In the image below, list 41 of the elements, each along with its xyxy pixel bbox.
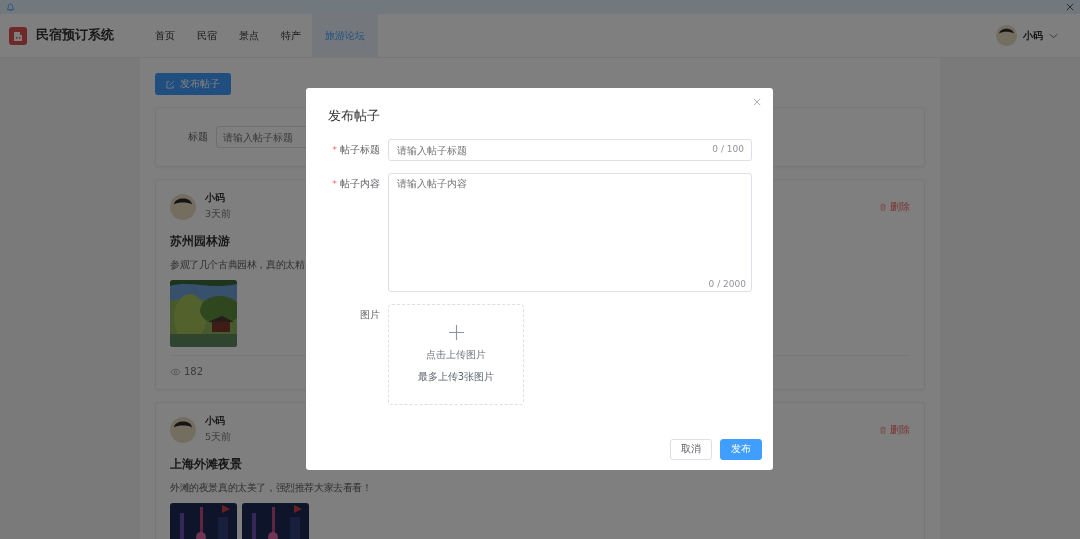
post-text: 参观了几个古典园林，真的太精 <box>170 258 305 272</box>
plus-icon <box>448 325 464 340</box>
post-time: 3天前 <box>205 208 232 221</box>
trash-icon <box>879 202 887 211</box>
close-icon[interactable] <box>753 98 761 106</box>
close-icon[interactable] <box>1066 3 1074 11</box>
dialog-button[interactable]: 取消 <box>670 439 712 460</box>
avatar <box>170 416 196 443</box>
search-label: 标题 <box>188 130 208 144</box>
dialog-title: 发布帖子 <box>328 108 381 125</box>
app-title: 民宿预订系统 <box>36 27 114 44</box>
post-text: 外滩的夜景真的太美了，强烈推荐大家去看看！ <box>170 481 372 495</box>
field-label: 帖子标题 <box>340 144 380 155</box>
author-name: 小码 <box>205 415 226 428</box>
dialog-button[interactable]: 发布 <box>720 439 762 460</box>
upload-area[interactable]: 点击上传图片 最多上传3张图片 <box>388 304 524 405</box>
avatar[interactable] <box>996 25 1017 46</box>
required-mark: * <box>332 178 337 189</box>
nav-tab[interactable]: 景点 <box>228 14 270 57</box>
upload-text: 点击上传图片 <box>426 348 486 362</box>
caret-icon[interactable] <box>1049 32 1058 39</box>
char-counter: 0 / 100 <box>712 144 744 154</box>
trash-icon <box>879 425 887 434</box>
char-counter: 0 / 2000 <box>708 279 746 289</box>
post-title: 苏州园林游 <box>170 233 230 250</box>
field-label: 图片 <box>360 309 380 320</box>
logo-icon <box>9 26 27 45</box>
eye-icon <box>170 367 181 376</box>
edit-icon <box>166 79 175 89</box>
bell-icon <box>6 2 15 12</box>
avatar <box>170 193 196 220</box>
upload-hint: 最多上传3张图片 <box>417 370 495 384</box>
post-time: 5天前 <box>205 431 232 444</box>
field-label: 帖子内容 <box>340 178 380 189</box>
user-name[interactable]: 小码 <box>1023 28 1043 43</box>
nav-tab[interactable]: 首页 <box>144 14 186 57</box>
post-title: 上海外滩夜景 <box>170 456 242 473</box>
author-name: 小码 <box>205 192 226 205</box>
nav-tab[interactable]: 民宿 <box>186 14 228 57</box>
nav-tab[interactable]: 特产 <box>270 14 312 57</box>
required-mark: * <box>332 144 337 155</box>
